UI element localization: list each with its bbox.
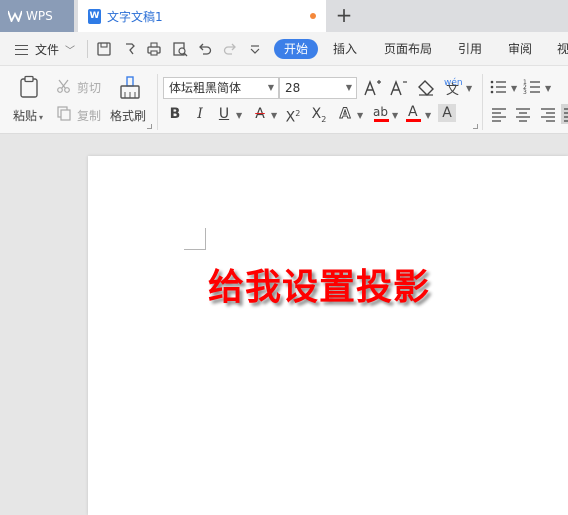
divider xyxy=(482,74,483,130)
chevron-down-icon[interactable]: ▼ xyxy=(545,84,551,93)
print-preview-icon[interactable] xyxy=(171,40,189,58)
tab-review[interactable]: 审阅 xyxy=(508,39,532,59)
format-painter-icon[interactable] xyxy=(118,75,142,101)
chevron-down-icon[interactable]: ▼ xyxy=(425,111,431,120)
tab-references[interactable]: 引用 xyxy=(458,39,482,59)
format-painter-button[interactable]: 格式刷 xyxy=(110,107,146,124)
file-menu-label: 文件 xyxy=(35,43,60,57)
divider xyxy=(157,74,158,130)
svg-text:3: 3 xyxy=(523,89,527,96)
scissors-icon xyxy=(56,78,72,94)
margin-corner-mark xyxy=(184,228,206,250)
pinyin-guide-icon[interactable]: wén 文 xyxy=(443,76,465,98)
font-color-icon[interactable]: A xyxy=(403,103,423,123)
chevron-down-icon[interactable]: ▼ xyxy=(271,111,277,120)
bold-icon[interactable]: B xyxy=(165,104,185,124)
share-icon[interactable] xyxy=(121,40,139,58)
character-shading-icon[interactable]: A xyxy=(438,104,456,122)
chevron-down-icon[interactable]: ▼ xyxy=(236,111,242,120)
document-icon: W xyxy=(88,8,101,24)
cut-button[interactable]: 剪切 xyxy=(77,79,101,96)
chevron-down-icon: ▼ xyxy=(345,83,352,92)
new-tab-icon[interactable]: + xyxy=(334,4,354,26)
chevron-down-icon[interactable]: ▼ xyxy=(511,84,517,93)
font-size-select[interactable]: 28 ▼ xyxy=(279,77,357,99)
undo-icon[interactable] xyxy=(196,40,214,58)
grow-font-icon[interactable] xyxy=(363,78,383,98)
shrink-font-icon[interactable] xyxy=(389,78,409,98)
document-tab[interactable]: W 文字文稿1 xyxy=(78,0,326,32)
tab-view[interactable]: 视 xyxy=(557,39,568,59)
copy-button[interactable]: 复制 xyxy=(77,107,101,124)
wps-home-tab[interactable]: WPS xyxy=(0,0,74,32)
tab-start[interactable]: 开始 xyxy=(274,39,319,59)
copy-icon xyxy=(56,105,72,121)
save-icon[interactable] xyxy=(95,40,113,58)
font-name-select[interactable]: 体坛粗黑简体 ▼ xyxy=(163,77,279,99)
document-page[interactable]: 给我设置投影 xyxy=(88,156,568,515)
align-right-icon[interactable] xyxy=(538,104,558,124)
title-bar: WPS W 文字文稿1 + xyxy=(0,0,568,32)
text-effect-icon[interactable]: A xyxy=(335,104,355,124)
italic-icon[interactable]: I xyxy=(190,104,210,124)
file-menu-button[interactable]: 文件 ﹀ xyxy=(15,41,75,58)
unsaved-dot-icon xyxy=(310,13,316,19)
paste-label: 粘贴 xyxy=(13,109,38,123)
document-tab-label: 文字文稿1 xyxy=(107,9,163,24)
paste-button[interactable]: 粘贴 ▾ xyxy=(13,107,43,124)
chevron-down-icon: ▼ xyxy=(267,83,274,92)
highlight-icon[interactable]: ab xyxy=(371,103,391,123)
numbered-list-icon[interactable]: 123 xyxy=(523,77,543,97)
bullet-list-icon[interactable] xyxy=(489,77,509,97)
tab-page-layout[interactable]: 页面布局 xyxy=(384,39,432,59)
paste-icon[interactable] xyxy=(16,74,42,100)
font-size-value: 28 xyxy=(285,81,301,95)
align-left-icon[interactable] xyxy=(489,104,509,124)
chevron-down-icon[interactable]: ▼ xyxy=(392,111,398,120)
justify-icon[interactable] xyxy=(561,104,568,124)
customize-dropdown-icon[interactable] xyxy=(246,40,264,58)
document-text[interactable]: 给我设置投影 xyxy=(208,258,430,310)
clear-format-icon[interactable] xyxy=(416,78,436,98)
ribbon: 粘贴 ▾ 剪切 复制 格式刷 体坛粗黑简体 ▼ 28 ▼ wén 文 ▼ B I … xyxy=(0,66,568,134)
hamburger-icon xyxy=(15,44,28,55)
document-area: 给我设置投影 xyxy=(0,135,568,515)
superscript-icon[interactable]: X2 xyxy=(283,104,303,126)
chevron-down-icon: ﹀ xyxy=(65,46,76,57)
subscript-icon[interactable]: X2 xyxy=(309,104,329,124)
wps-tab-label: WPS xyxy=(26,9,53,23)
chevron-down-icon[interactable]: ▼ xyxy=(466,84,472,93)
font-group-launcher[interactable] xyxy=(473,124,478,129)
font-name-value: 体坛粗黑简体 xyxy=(169,81,242,95)
divider xyxy=(87,40,88,58)
strikethrough-icon[interactable]: A xyxy=(250,104,270,124)
tab-insert[interactable]: 插入 xyxy=(333,39,357,59)
redo-icon[interactable] xyxy=(221,40,239,58)
align-center-icon[interactable] xyxy=(513,104,533,124)
print-icon[interactable] xyxy=(145,40,163,58)
wps-logo-icon xyxy=(8,10,22,22)
clipboard-group-launcher[interactable] xyxy=(147,124,152,129)
menu-bar: 文件 ﹀ 开始 插入 页面布局 引用 审阅 视 xyxy=(0,32,568,66)
chevron-down-icon[interactable]: ▼ xyxy=(357,111,363,120)
underline-icon[interactable]: U xyxy=(214,104,234,124)
